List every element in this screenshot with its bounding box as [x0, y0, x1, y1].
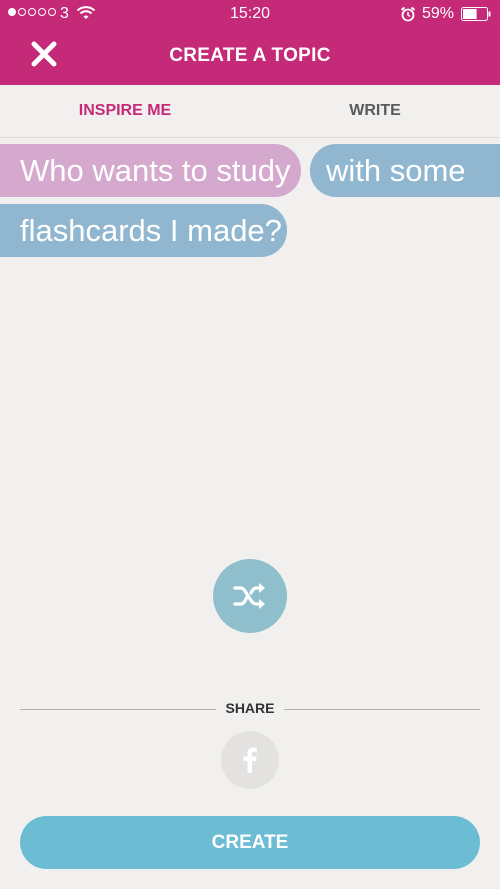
suggestion-chip: Who wants to study	[0, 144, 301, 197]
facebook-icon	[243, 747, 257, 773]
shuffle-button[interactable]	[213, 559, 287, 633]
create-button[interactable]: CREATE	[20, 816, 480, 869]
page-title: CREATE A TOPIC	[169, 45, 331, 66]
share-label: SHARE	[225, 700, 275, 716]
alarm-icon	[400, 6, 416, 27]
battery-icon	[461, 7, 491, 21]
shuffle-icon	[233, 583, 265, 609]
tab-bar: INSPIRE ME WRITE	[0, 85, 500, 138]
tab-write[interactable]: WRITE	[250, 85, 500, 137]
divider	[284, 709, 480, 710]
tab-inspire-me[interactable]: INSPIRE ME	[0, 85, 250, 137]
facebook-share-button[interactable]	[221, 731, 279, 789]
header-bar: 3 15:20 59% CREATE A TOPIC	[0, 0, 500, 85]
suggestion-chip: with some	[310, 144, 500, 197]
suggestion-chip: flashcards I made?	[0, 204, 287, 257]
status-bar: 3 15:20 59%	[0, 0, 500, 28]
battery-percent: 59%	[422, 5, 455, 22]
